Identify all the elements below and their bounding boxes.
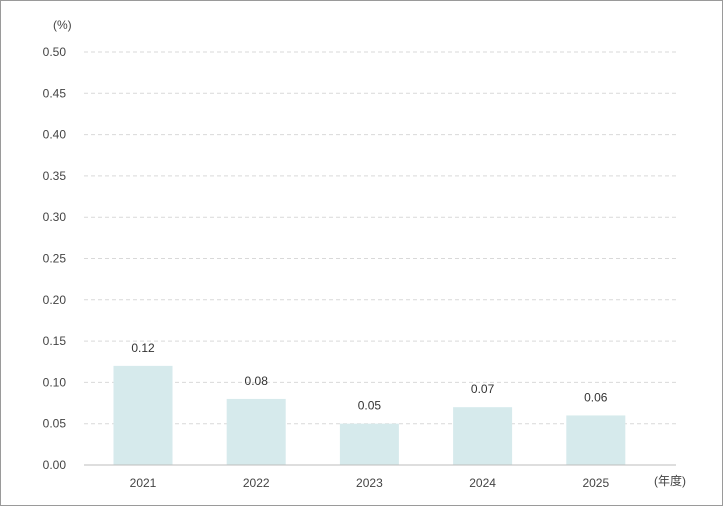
- x-tick-label: 2025: [582, 476, 609, 490]
- y-tick-label: 0.50: [43, 45, 67, 59]
- data-label: 0.05: [358, 399, 382, 413]
- data-label: 0.06: [584, 390, 608, 404]
- bar-2023: [339, 423, 399, 465]
- y-tick-label: 0.45: [43, 86, 67, 100]
- y-tick-label: 0.40: [43, 128, 67, 142]
- x-tick-label: 2023: [356, 476, 383, 490]
- y-tick-label: 0.15: [43, 334, 67, 348]
- x-axis-unit-label: (年度): [654, 473, 686, 488]
- x-tick-label: 2024: [469, 476, 496, 490]
- y-axis-ticks: 0.00 0.05 0.10 0.15 0.20 0.25 0.30 0.35 0.40 0.45…: [43, 45, 67, 472]
- y-tick-label: 0.35: [43, 169, 67, 183]
- x-tick-label: 2021: [130, 476, 157, 490]
- y-tick-label: 0.30: [43, 210, 67, 224]
- y-tick-label: 0.25: [43, 252, 67, 266]
- x-axis-ticks: 2021 2022 2023 2024 2025: [130, 476, 610, 490]
- y-tick-label: 0.20: [43, 293, 67, 307]
- data-label: 0.07: [471, 382, 495, 396]
- data-label: 0.12: [131, 341, 155, 355]
- data-labels: 0.12 0.08 0.05 0.07 0.06: [131, 341, 607, 413]
- bar-2025: [566, 415, 626, 465]
- data-label: 0.08: [245, 374, 269, 388]
- y-tick-label: 0.05: [43, 417, 67, 431]
- bar-chart: 0.00 0.05 0.10 0.15 0.20 0.25 0.30 0.35 0.40 0.45…: [43, 18, 686, 490]
- y-axis-unit-label: (%): [53, 18, 72, 32]
- bar-2024: [453, 407, 513, 465]
- y-tick-label: 0.10: [43, 375, 67, 389]
- x-tick-label: 2022: [243, 476, 270, 490]
- bar-2022: [226, 398, 286, 465]
- grid-lines: [84, 51, 676, 425]
- y-tick-label: 0.00: [43, 458, 67, 472]
- bars: [113, 365, 626, 465]
- bar-2021: [113, 365, 173, 465]
